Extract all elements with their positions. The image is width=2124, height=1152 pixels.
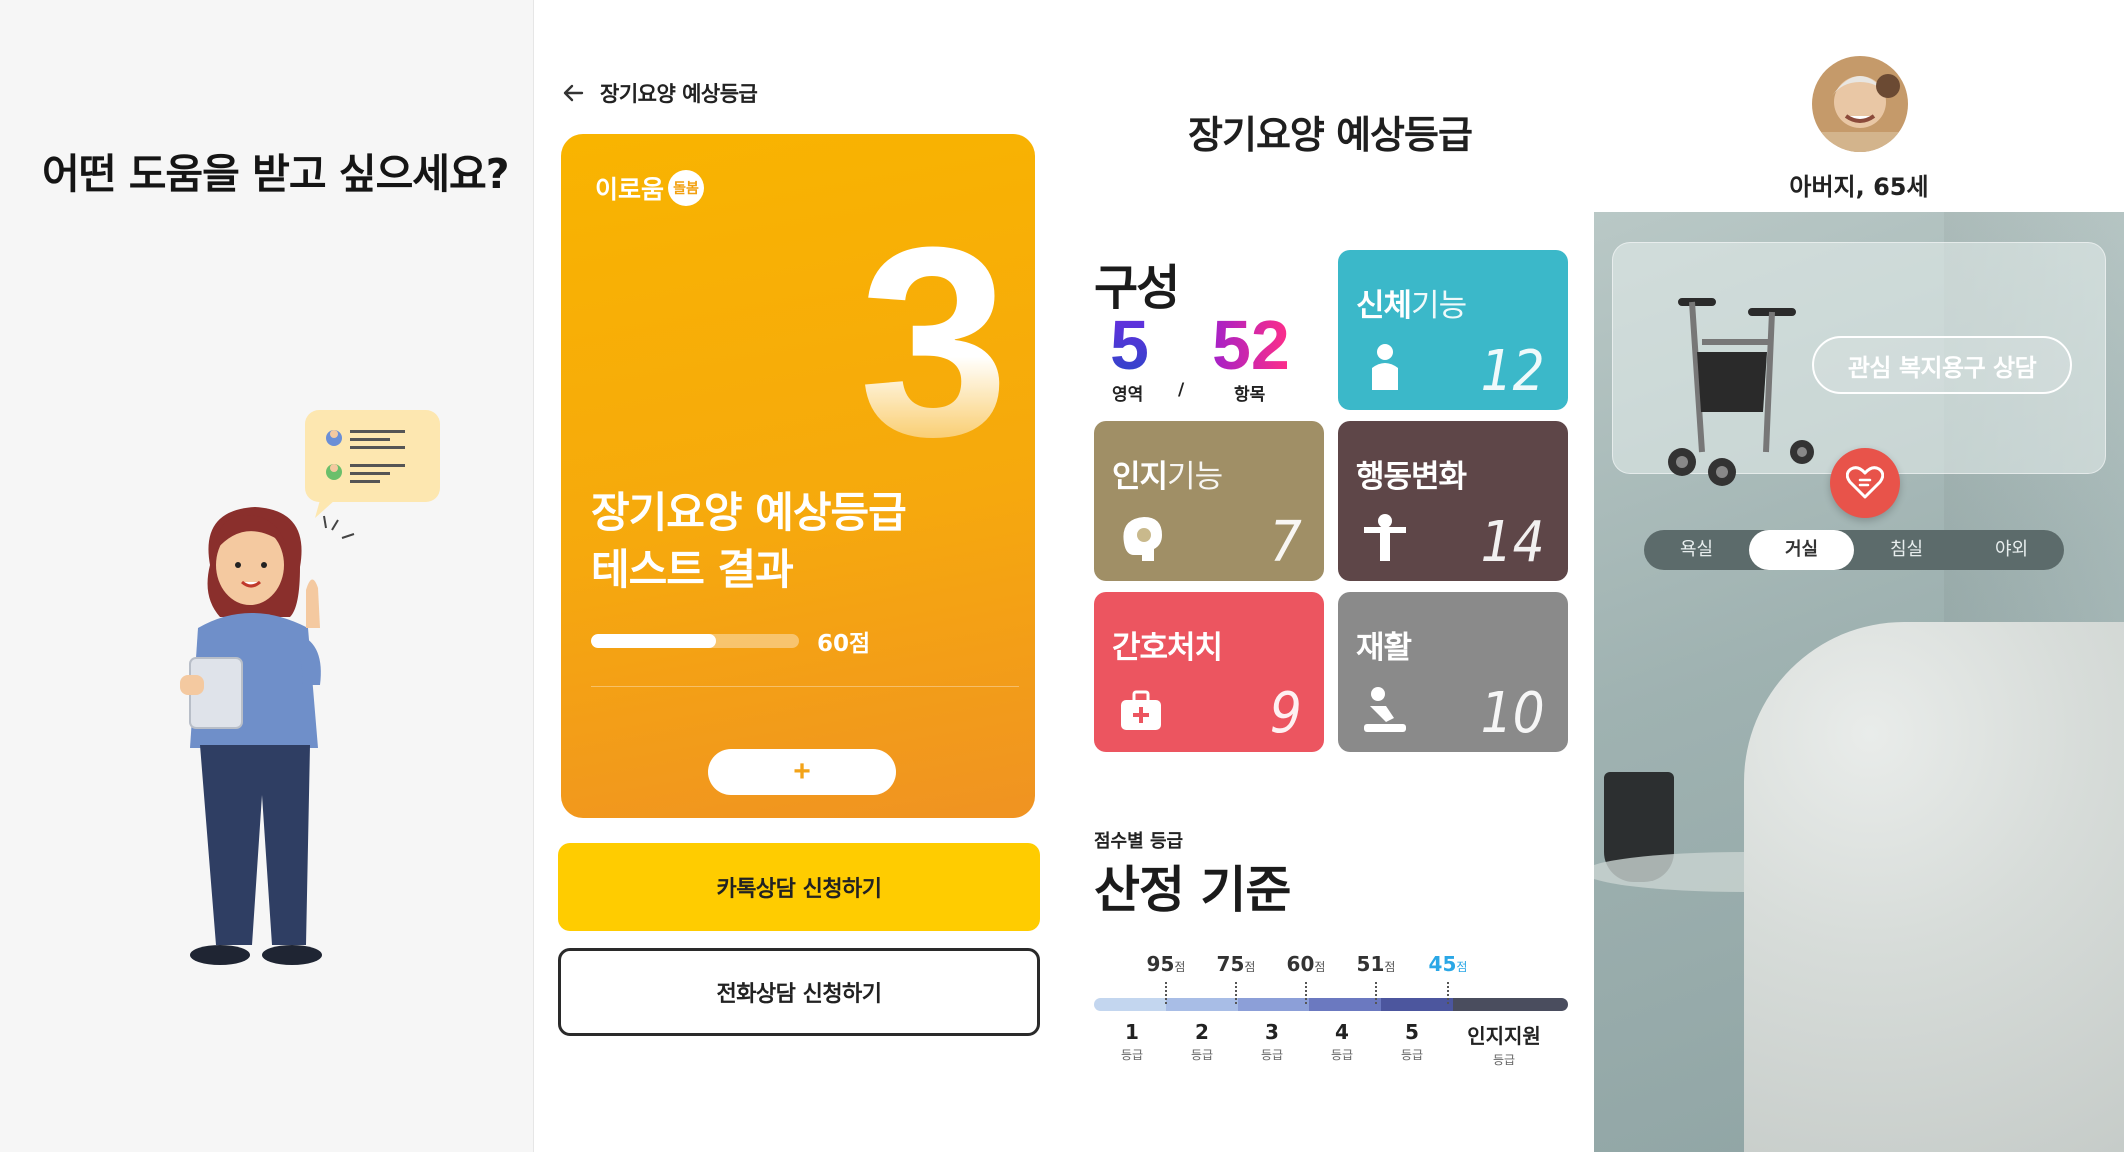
tile-count: 12 xyxy=(1480,339,1545,404)
chat-bubble-icon xyxy=(305,410,440,518)
kakao-consult-button[interactable]: 카톡상담 신청하기 xyxy=(558,843,1040,931)
grade-3: 3 등급 xyxy=(1260,1020,1284,1062)
heart-icon xyxy=(1846,466,1884,499)
tile-count: 10 xyxy=(1480,681,1545,746)
count-separator: / xyxy=(1178,380,1185,400)
tile-physical-function[interactable]: 신체기능 12 xyxy=(1338,250,1568,410)
areas-caption: 영역 xyxy=(1112,385,1144,405)
tile-count: 9 xyxy=(1270,681,1303,746)
first-aid-kit-icon xyxy=(1121,690,1161,730)
person-label: 아버지, 65세 xyxy=(1789,173,1929,201)
score-progress-fill xyxy=(591,634,716,648)
expand-plus-button[interactable]: + xyxy=(708,749,896,795)
tab-living-room[interactable]: 거실 xyxy=(1749,530,1854,570)
grade-result-card: 이로움 돌봄 3 장기요양 예상등급 테스트 결과 60점 + xyxy=(561,134,1035,818)
result-title-line1: 장기요양 예상등급 xyxy=(591,488,907,537)
help-selection-screen: 어떤 도움을 받고 싶으세요? xyxy=(0,0,534,1152)
room-tabs: 욕실 거실 침실 야외 xyxy=(1644,530,2064,570)
result-title: 장기요양 예상등급 테스트 결과 xyxy=(591,484,907,598)
areas-count: 5 xyxy=(1110,306,1149,384)
threshold-tick xyxy=(1305,982,1307,1004)
top-bar: 장기요양 예상등급 xyxy=(560,78,758,108)
avatar[interactable] xyxy=(1812,56,1908,152)
tab-outdoor[interactable]: 야외 xyxy=(1959,530,2064,570)
phone-consult-button[interactable]: 전화상담 신청하기 xyxy=(558,948,1040,1036)
tab-bathroom[interactable]: 욕실 xyxy=(1644,530,1749,570)
criteria-page-title: 장기요양 예상등급 xyxy=(1188,113,1473,157)
tile-rehabilitation[interactable]: 재활 10 xyxy=(1338,592,1568,752)
rollator-walker-image xyxy=(1668,298,1814,486)
score-progress-track xyxy=(591,634,799,648)
threshold-tick xyxy=(1447,982,1449,1004)
score-label: 60점 xyxy=(817,631,871,657)
person-icon xyxy=(1372,344,1398,390)
brain-icon xyxy=(1123,517,1162,561)
tab-bedroom[interactable]: 침실 xyxy=(1854,530,1959,570)
items-caption: 항목 xyxy=(1234,385,1266,405)
result-title-line2: 테스트 결과 xyxy=(591,545,794,594)
favorite-heart-button[interactable] xyxy=(1830,448,1900,518)
threshold-60: 60점 xyxy=(1286,952,1326,976)
threshold-tick xyxy=(1375,982,1377,1004)
threshold-tick xyxy=(1235,982,1237,1004)
threshold-95: 95점 xyxy=(1146,952,1186,976)
tile-behavior-change[interactable]: 행동변화 14 xyxy=(1338,421,1568,581)
gesture-person-icon xyxy=(1364,514,1406,561)
grade-1: 1 등급 xyxy=(1120,1020,1144,1062)
brand-logo: 이로움 돌봄 xyxy=(595,170,705,206)
elderly-couple-photo xyxy=(1812,56,1908,152)
threshold-51: 51점 xyxy=(1356,952,1396,976)
tile-title: 재활 xyxy=(1356,630,1412,666)
tile-title: 행동변화 xyxy=(1356,459,1467,495)
interest-equipment-consult-button[interactable]: 관심 복지용구 상담 xyxy=(1812,336,2072,394)
brand-name: 이로움 xyxy=(595,175,665,204)
threshold-75: 75점 xyxy=(1216,952,1256,976)
threshold-45: 45점 xyxy=(1428,952,1468,976)
grade-2: 2 등급 xyxy=(1190,1020,1214,1062)
grade-result-screen: 장기요양 예상등급 이로움 돌봄 3 장기요양 예상등급 테스트 결과 60점 … xyxy=(534,0,1066,1152)
welfare-equipment-screen: 아버지, 65세 관심 복지용구 상담 욕실 거실 침실 야외 xyxy=(1594,0,2124,1152)
grade-4: 4 등급 xyxy=(1330,1020,1354,1062)
tile-count: 7 xyxy=(1270,510,1303,575)
sofa-arm xyxy=(1744,622,2124,1152)
tile-nursing-care[interactable]: 간호처치 9 xyxy=(1094,592,1324,752)
woman-with-tablet-illustration xyxy=(180,410,440,965)
tile-title: 간호처치 xyxy=(1112,630,1223,666)
card-divider xyxy=(591,686,1019,687)
grade-5: 5 등급 xyxy=(1400,1020,1424,1062)
tile-count: 14 xyxy=(1480,510,1545,575)
help-question-title: 어떤 도움을 받고 싶으세요? xyxy=(42,150,510,198)
back-arrow-icon[interactable] xyxy=(560,80,586,106)
living-room-scene: 관심 복지용구 상담 욕실 거실 침실 야외 xyxy=(1594,212,2124,1152)
score-progress: 60점 xyxy=(591,624,870,658)
grade-criteria-screen: 장기요양 예상등급 구성 5 52 영역 / 항목 신체기능 12 인지기능 7… xyxy=(1066,0,1594,1152)
threshold-tick xyxy=(1165,982,1167,1004)
items-count: 52 xyxy=(1212,306,1290,384)
predicted-grade-number: 3 xyxy=(858,192,1009,493)
grade-cognitive-support: 인지지원 등급 xyxy=(1467,1024,1541,1067)
brand-mark-icon: 돌봄 xyxy=(668,170,705,206)
tile-cognitive-function[interactable]: 인지기능 7 xyxy=(1094,421,1324,581)
tile-title: 신체기능 xyxy=(1356,288,1467,324)
page-title: 장기요양 예상등급 xyxy=(600,82,758,106)
criteria-title: 산정 기준 xyxy=(1094,861,1291,919)
grade-score-scale: 95점 75점 60점 51점 45점 1 등급 2 등급 3 등급 4 등급 5 등급 … xyxy=(1094,948,1568,1068)
tile-title: 인지기능 xyxy=(1112,459,1223,495)
rehab-icon xyxy=(1364,687,1406,732)
